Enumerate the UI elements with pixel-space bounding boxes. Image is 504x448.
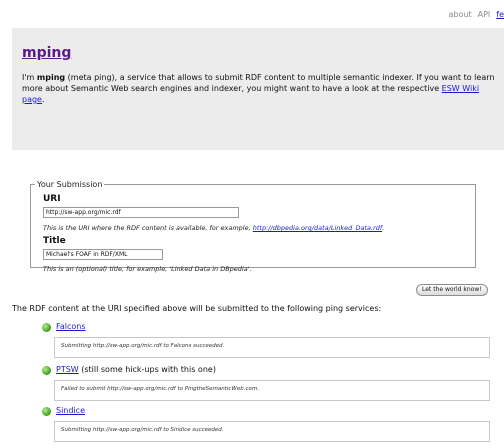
title-label: Title	[43, 236, 66, 246]
feedback-link[interactable]: fe	[496, 10, 504, 19]
service-note: (still some hick-ups with this one)	[78, 365, 216, 374]
service-result-box: Submitting http://sw-app.org/mic.rdf to …	[54, 421, 490, 442]
title-hint: This is an (optional) title, for example…	[43, 265, 252, 273]
intro-text: I'm mping (meta ping), a service that al…	[22, 73, 495, 104]
about-link[interactable]: about	[449, 10, 472, 19]
service-message: Failed to submit http://sw-app.org/mic.r…	[61, 386, 259, 392]
site-logo[interactable]: mping	[22, 45, 71, 61]
uri-label: URI	[43, 194, 61, 204]
header-panel: mping I'm mping (meta ping), a service t…	[12, 28, 504, 150]
intro-bold-name: mping	[36, 73, 66, 82]
status-green-icon	[42, 407, 51, 416]
service-message: Submitting http://sw-app.org/mic.rdf to …	[61, 343, 225, 349]
submission-form: Your Submission URI This is the URI wher…	[30, 180, 476, 273]
uri-example-link[interactable]: http://dbpedia.org/data/Linked_Data.rdf	[253, 224, 382, 232]
uri-hint: This is the URI where the RDF content is…	[43, 224, 385, 232]
api-link[interactable]: API	[478, 10, 491, 19]
service-message: Submitting http://sw-app.org/mic.rdf to …	[61, 427, 224, 433]
service-link-ptsw[interactable]: PTSW	[56, 365, 79, 374]
status-green-icon	[42, 366, 51, 375]
service-result-box: Submitting http://sw-app.org/mic.rdf to …	[54, 337, 490, 358]
title-input[interactable]	[43, 249, 163, 260]
uri-input[interactable]	[43, 207, 239, 218]
services-intro: The RDF content at the URI specified abo…	[12, 304, 382, 313]
service-link-sindice[interactable]: Sindice	[56, 406, 85, 415]
submission-legend: Your Submission	[37, 180, 103, 189]
service-result-box: Failed to submit http://sw-app.org/mic.r…	[54, 380, 490, 401]
status-green-icon	[42, 323, 51, 332]
service-link-falcons[interactable]: Falcons	[56, 322, 86, 331]
let-the-world-know-button[interactable]: Let the world know!	[416, 284, 488, 296]
top-navigation: about API fe	[449, 10, 504, 19]
